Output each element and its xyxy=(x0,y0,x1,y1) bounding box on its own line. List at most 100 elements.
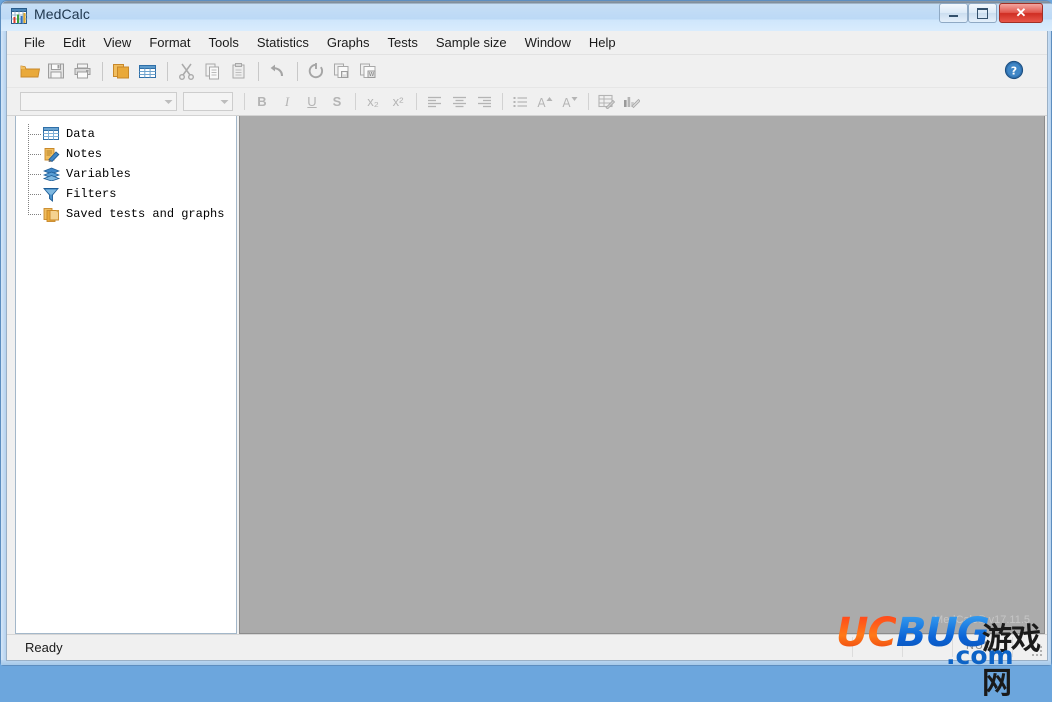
title-bar: MedCalc ✕ xyxy=(1,1,1052,31)
bullet-list-icon[interactable] xyxy=(508,91,532,113)
spreadsheet-icon xyxy=(42,126,60,142)
font-name-combo[interactable] xyxy=(20,92,177,111)
align-center-icon[interactable] xyxy=(447,91,471,113)
num-lock-indicator: NUM xyxy=(966,640,995,652)
project-tree: Data Notes Variables Filters Saved tests… xyxy=(16,116,236,224)
copy-icon[interactable] xyxy=(200,59,224,83)
format-chart-icon[interactable] xyxy=(619,91,643,113)
export-word-icon[interactable]: W xyxy=(356,59,380,83)
medcalc-grid-chart-icon xyxy=(11,8,27,24)
sidebar-item-variables[interactable]: Variables xyxy=(26,164,236,184)
menu-item-sample-size[interactable]: Sample size xyxy=(427,32,516,54)
client-area: File Edit View Format Tools Statistics G… xyxy=(6,31,1048,661)
variables-layers-icon xyxy=(42,166,60,182)
copy-sheet-icon[interactable] xyxy=(109,59,133,83)
sidebar-item-data[interactable]: Data xyxy=(26,124,236,144)
format-separator xyxy=(355,93,356,110)
format-toolbar: B I U S x₂ x² A A xyxy=(7,87,1047,116)
menu-item-graphs[interactable]: Graphs xyxy=(318,32,379,54)
menu-item-edit[interactable]: Edit xyxy=(54,32,94,54)
status-divider xyxy=(852,637,853,657)
tree-connector xyxy=(28,194,41,195)
maximize-glyph xyxy=(969,4,996,22)
spreadsheet-icon[interactable] xyxy=(135,59,159,83)
sidebar-item-notes[interactable]: Notes xyxy=(26,144,236,164)
help-question-icon[interactable]: ? xyxy=(1003,59,1025,81)
navigation-sidebar: Data Notes Variables Filters Saved tests… xyxy=(15,116,237,634)
mdi-workspace[interactable]: MedCalc® v17.11.5 xyxy=(239,116,1045,634)
strikethrough-button[interactable]: S xyxy=(325,91,349,113)
filter-funnel-icon xyxy=(42,186,60,202)
tree-connector xyxy=(28,154,41,155)
svg-text:W: W xyxy=(368,72,374,78)
application-window: MedCalc ✕ File Edit View Format Tools St… xyxy=(0,0,1052,666)
menu-item-file[interactable]: File xyxy=(15,32,54,54)
menu-item-view[interactable]: View xyxy=(94,32,140,54)
tree-connector xyxy=(28,214,41,215)
maximize-button[interactable] xyxy=(968,3,997,23)
print-icon[interactable] xyxy=(70,59,94,83)
menu-item-window[interactable]: Window xyxy=(516,32,580,54)
paste-icon[interactable] xyxy=(226,59,250,83)
main-toolbar: W ? xyxy=(7,54,1047,87)
format-separator xyxy=(416,93,417,110)
svg-text:?: ? xyxy=(1011,64,1017,77)
bold-button[interactable]: B xyxy=(250,91,274,113)
minimize-glyph xyxy=(940,4,967,22)
saved-documents-icon xyxy=(42,206,60,222)
chevron-down-icon xyxy=(216,93,232,110)
sidebar-item-label: Variables xyxy=(66,167,131,181)
sidebar-item-label: Saved tests and graphs xyxy=(66,207,225,221)
menu-item-help[interactable]: Help xyxy=(580,32,625,54)
sidebar-item-label: Notes xyxy=(66,147,103,161)
svg-text:A: A xyxy=(562,96,571,109)
status-divider xyxy=(952,637,953,657)
undo-icon[interactable] xyxy=(265,59,289,83)
menu-item-tests[interactable]: Tests xyxy=(379,32,427,54)
tree-connector xyxy=(28,134,41,135)
menu-item-tools[interactable]: Tools xyxy=(199,32,247,54)
subscript-button[interactable]: x₂ xyxy=(361,91,385,113)
edit-table-icon[interactable] xyxy=(594,91,618,113)
italic-button[interactable]: I xyxy=(275,91,299,113)
close-button[interactable]: ✕ xyxy=(999,3,1043,23)
save-report-icon[interactable] xyxy=(330,59,354,83)
format-separator xyxy=(502,93,503,110)
resize-grip-icon[interactable] xyxy=(1031,645,1044,658)
toolbar-separator xyxy=(258,61,259,81)
align-right-icon[interactable] xyxy=(472,91,496,113)
cut-icon[interactable] xyxy=(174,59,198,83)
refresh-icon[interactable] xyxy=(304,59,328,83)
status-divider xyxy=(902,637,903,657)
menu-bar: File Edit View Format Tools Statistics G… xyxy=(7,31,1047,54)
menu-item-format[interactable]: Format xyxy=(140,32,199,54)
version-label: MedCalc® v17.11.5 xyxy=(934,614,1030,626)
superscript-button[interactable]: x² xyxy=(386,91,410,113)
chevron-down-icon xyxy=(160,93,176,110)
window-title: MedCalc xyxy=(34,6,90,22)
status-message: Ready xyxy=(25,640,63,655)
format-separator xyxy=(588,93,589,110)
format-separator xyxy=(244,93,245,110)
open-folder-icon[interactable] xyxy=(18,59,42,83)
toolbar-separator xyxy=(297,61,298,81)
font-size-combo[interactable] xyxy=(183,92,233,111)
body-split: Data Notes Variables Filters Saved tests… xyxy=(7,116,1047,634)
sidebar-item-filters[interactable]: Filters xyxy=(26,184,236,204)
save-icon[interactable] xyxy=(44,59,68,83)
align-left-icon[interactable] xyxy=(422,91,446,113)
sidebar-item-saved-tests-and-graphs[interactable]: Saved tests and graphs xyxy=(26,204,236,224)
toolbar-separator xyxy=(102,61,103,81)
sidebar-item-label: Filters xyxy=(66,187,117,201)
decrease-font-size-icon[interactable]: A xyxy=(558,91,582,113)
tree-connector xyxy=(28,174,41,175)
underline-button[interactable]: U xyxy=(300,91,324,113)
svg-text:A: A xyxy=(537,96,546,109)
close-icon: ✕ xyxy=(1015,5,1027,20)
toolbar-separator xyxy=(167,61,168,81)
increase-font-size-icon[interactable]: A xyxy=(533,91,557,113)
status-divider xyxy=(1012,637,1013,657)
notes-pencil-icon xyxy=(42,146,60,162)
menu-item-statistics[interactable]: Statistics xyxy=(248,32,318,54)
minimize-button[interactable] xyxy=(939,3,968,23)
